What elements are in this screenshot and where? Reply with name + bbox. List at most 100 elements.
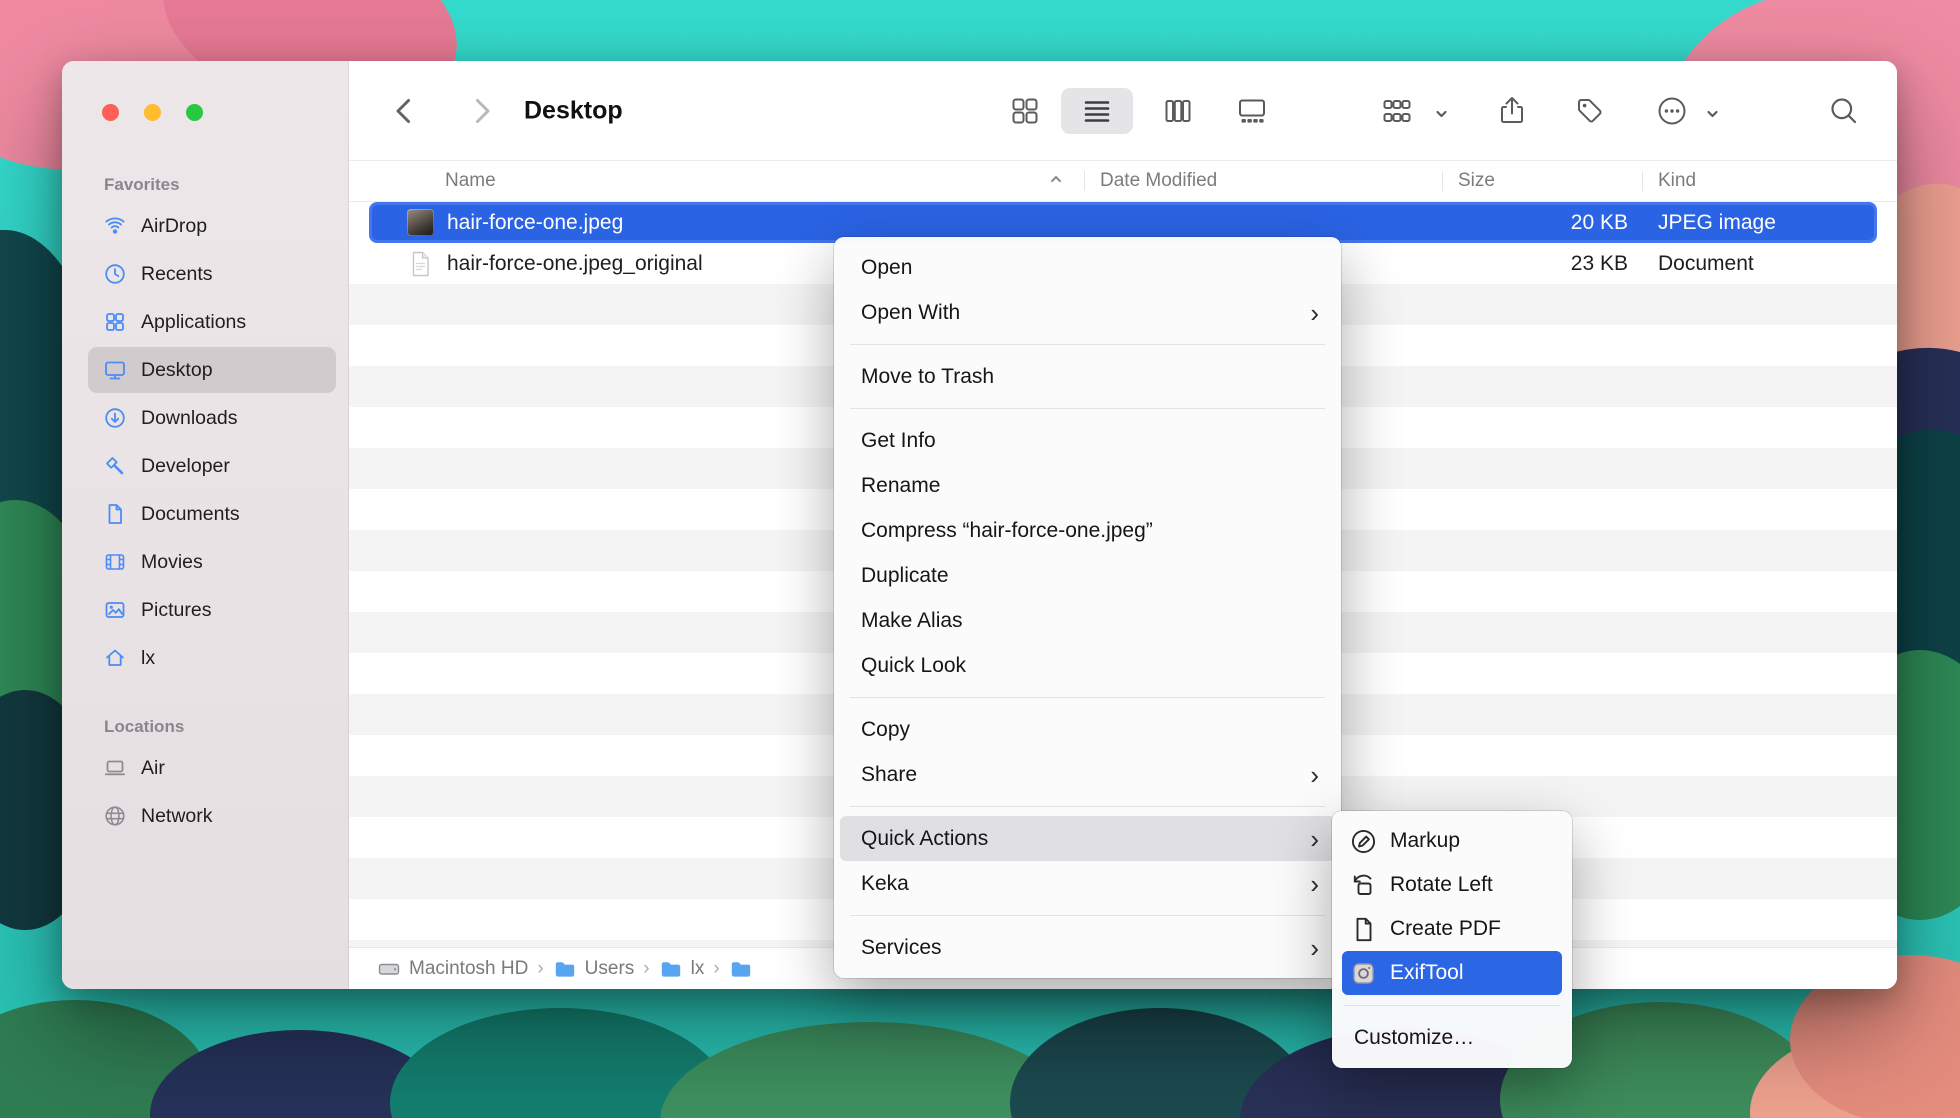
- path-item-macintosh-hd[interactable]: Macintosh HD: [377, 957, 528, 981]
- submenu-chevron-icon: ›: [1310, 935, 1319, 961]
- path-separator-icon: ›: [643, 958, 649, 980]
- sidebar-item-air[interactable]: Air: [88, 745, 336, 791]
- menu-item-open[interactable]: Open: [834, 245, 1341, 290]
- markup-pen-icon: [1350, 828, 1377, 855]
- path-item-lx[interactable]: lx: [659, 957, 705, 981]
- sidebar-item-developer[interactable]: Developer: [88, 443, 336, 489]
- icon-view-button[interactable]: [1008, 94, 1042, 128]
- sidebar-item-desktop[interactable]: Desktop: [88, 347, 336, 393]
- rotate-left-icon: [1350, 872, 1377, 899]
- film-icon: [102, 549, 128, 575]
- sidebar-item-label: Network: [141, 805, 213, 828]
- folder-icon: [729, 957, 753, 981]
- menu-item-move-to-trash[interactable]: Move to Trash: [834, 354, 1341, 399]
- sidebar-item-label: Documents: [141, 503, 240, 526]
- clock-icon: [102, 261, 128, 287]
- sidebar-item-network[interactable]: Network: [88, 793, 336, 839]
- menu-separator: [850, 408, 1325, 409]
- search-icon[interactable]: [1827, 94, 1861, 128]
- submenu-item-customize[interactable]: Customize…: [1332, 1016, 1572, 1060]
- submenu-item-create-pdf[interactable]: Create PDF: [1332, 907, 1572, 951]
- sidebar-item-label: lx: [141, 647, 155, 670]
- menu-item-make-alias[interactable]: Make Alias: [834, 598, 1341, 643]
- close-button[interactable]: [102, 104, 119, 121]
- submenu-chevron-icon: ›: [1310, 871, 1319, 897]
- desktop-icon: [102, 357, 128, 383]
- menu-item-quick-look[interactable]: Quick Look: [834, 643, 1341, 688]
- sidebar: Favorites AirDrop Recents Applications D…: [62, 61, 349, 989]
- column-header-kind[interactable]: Kind: [1642, 161, 1877, 201]
- quick-actions-submenu: Markup Rotate Left Create PDF ExifTool C…: [1332, 811, 1572, 1068]
- globe-icon: [102, 803, 128, 829]
- path-separator-icon: ›: [713, 958, 719, 980]
- sidebar-item-label: Applications: [141, 311, 246, 334]
- menu-separator: [850, 344, 1325, 345]
- tag-button[interactable]: [1573, 94, 1607, 128]
- submenu-item-markup[interactable]: Markup: [1332, 819, 1572, 863]
- sidebar-item-recents[interactable]: Recents: [88, 251, 336, 297]
- sidebar-item-pictures[interactable]: Pictures: [88, 587, 336, 633]
- sidebar-item-label: Downloads: [141, 407, 237, 430]
- sidebar-item-label: Movies: [141, 551, 203, 574]
- menu-item-get-info[interactable]: Get Info: [834, 418, 1341, 463]
- forward-button[interactable]: [464, 94, 498, 128]
- menu-item-copy[interactable]: Copy: [834, 707, 1341, 752]
- sidebar-item-movies[interactable]: Movies: [88, 539, 336, 585]
- sort-ascending-icon: [1048, 170, 1064, 192]
- minimize-button[interactable]: [144, 104, 161, 121]
- menu-separator: [850, 697, 1325, 698]
- photo-icon: [102, 597, 128, 623]
- group-by-button[interactable]: [1379, 94, 1413, 128]
- sidebar-item-documents[interactable]: Documents: [88, 491, 336, 537]
- hammer-icon: [102, 453, 128, 479]
- sidebar-section-locations: Locations: [104, 717, 348, 737]
- menu-item-open-with[interactable]: Open With›: [834, 290, 1341, 335]
- sidebar-item-label: Air: [141, 757, 165, 780]
- list-view-button-active[interactable]: [1061, 88, 1133, 134]
- sidebar-item-label: Recents: [141, 263, 213, 286]
- column-header-date-modified[interactable]: Date Modified: [1084, 161, 1442, 201]
- back-button[interactable]: [388, 94, 422, 128]
- sidebar-item-applications[interactable]: Applications: [88, 299, 336, 345]
- laptop-icon: [102, 755, 128, 781]
- submenu-chevron-icon: ›: [1310, 762, 1319, 788]
- column-view-button[interactable]: [1161, 94, 1195, 128]
- path-item-partial[interactable]: [729, 957, 753, 981]
- sidebar-favorites-list: AirDrop Recents Applications Desktop Dow…: [62, 203, 348, 681]
- sidebar-item-downloads[interactable]: Downloads: [88, 395, 336, 441]
- more-actions-button[interactable]: [1655, 94, 1689, 128]
- menu-separator: [850, 915, 1325, 916]
- share-button[interactable]: [1495, 94, 1529, 128]
- menu-item-rename[interactable]: Rename: [834, 463, 1341, 508]
- sidebar-item-lx-home[interactable]: lx: [88, 635, 336, 681]
- menu-item-duplicate[interactable]: Duplicate: [834, 553, 1341, 598]
- image-thumbnail: [407, 209, 434, 236]
- menu-item-share[interactable]: Share›: [834, 752, 1341, 797]
- path-item-users[interactable]: Users: [553, 957, 635, 981]
- column-header-size[interactable]: Size: [1442, 161, 1642, 201]
- folder-icon: [553, 957, 577, 981]
- menu-item-compress[interactable]: Compress “hair-force-one.jpeg”: [834, 508, 1341, 553]
- sidebar-section-favorites: Favorites: [104, 175, 348, 195]
- home-icon: [102, 645, 128, 671]
- create-pdf-icon: [1350, 916, 1377, 943]
- download-circle-icon: [102, 405, 128, 431]
- sidebar-item-label: Desktop: [141, 359, 213, 382]
- path-separator-icon: ›: [537, 958, 543, 980]
- column-headers: Name Date Modified Size Kind: [349, 160, 1897, 202]
- menu-item-keka[interactable]: Keka›: [834, 861, 1341, 906]
- menu-item-services[interactable]: Services›: [834, 925, 1341, 970]
- hard-drive-icon: [377, 957, 401, 981]
- submenu-chevron-icon: ›: [1310, 826, 1319, 852]
- sidebar-item-airdrop[interactable]: AirDrop: [88, 203, 336, 249]
- submenu-item-rotate-left[interactable]: Rotate Left: [1332, 863, 1572, 907]
- menu-separator: [850, 806, 1325, 807]
- zoom-button[interactable]: [186, 104, 203, 121]
- column-header-name[interactable]: Name: [369, 161, 1084, 201]
- submenu-item-exiftool[interactable]: ExifTool: [1332, 951, 1572, 995]
- gallery-view-button[interactable]: [1235, 94, 1269, 128]
- file-size: 23 KB: [1442, 252, 1642, 276]
- file-kind: JPEG image: [1642, 211, 1877, 235]
- airdrop-icon: [102, 213, 128, 239]
- menu-item-quick-actions[interactable]: Quick Actions›: [834, 816, 1341, 861]
